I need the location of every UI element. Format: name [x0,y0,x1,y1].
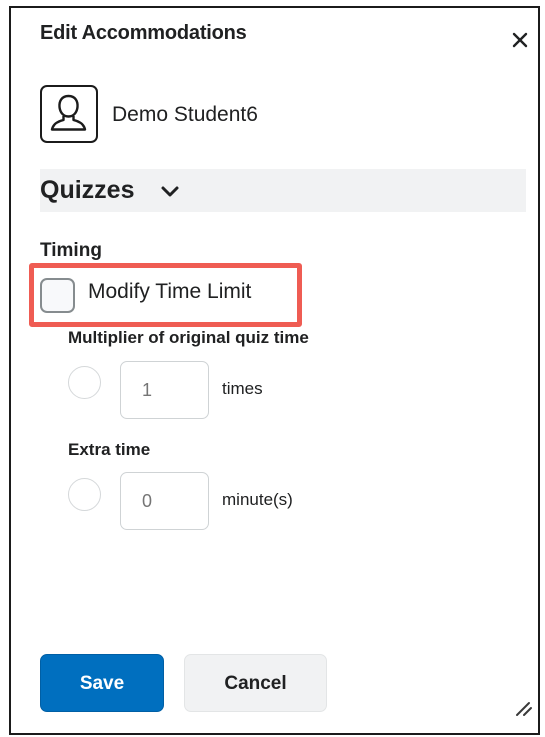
extra-time-unit: minute(s) [222,490,293,509]
multiplier-input[interactable] [120,361,209,419]
extra-time-radio[interactable] [68,478,101,511]
save-button[interactable]: Save [40,654,164,712]
resize-handle-icon[interactable] [513,697,535,719]
student-name: Demo Student6 [112,103,258,126]
chevron-down-icon [161,186,179,197]
modify-time-limit-label[interactable]: Modify Time Limit [88,280,251,304]
extra-time-label: Extra time [68,440,151,459]
quizzes-section-toggle[interactable]: Quizzes [40,169,526,212]
close-button[interactable] [505,25,535,55]
multiplier-label: Multiplier of original quiz time [68,328,309,347]
multiplier-radio[interactable] [68,366,101,399]
edit-accommodations-dialog: Edit Accommodations Demo Student6 Quizze… [9,6,540,735]
avatar [40,85,98,143]
section-title: Quizzes [40,176,135,204]
extra-time-input[interactable] [120,472,209,530]
dialog-title: Edit Accommodations [40,22,247,44]
cancel-button[interactable]: Cancel [184,654,327,712]
close-icon [512,32,528,48]
multiplier-unit: times [222,379,263,398]
timing-label: Timing [40,240,102,261]
modify-time-limit-checkbox[interactable] [40,278,75,313]
user-avatar-icon [50,94,87,131]
